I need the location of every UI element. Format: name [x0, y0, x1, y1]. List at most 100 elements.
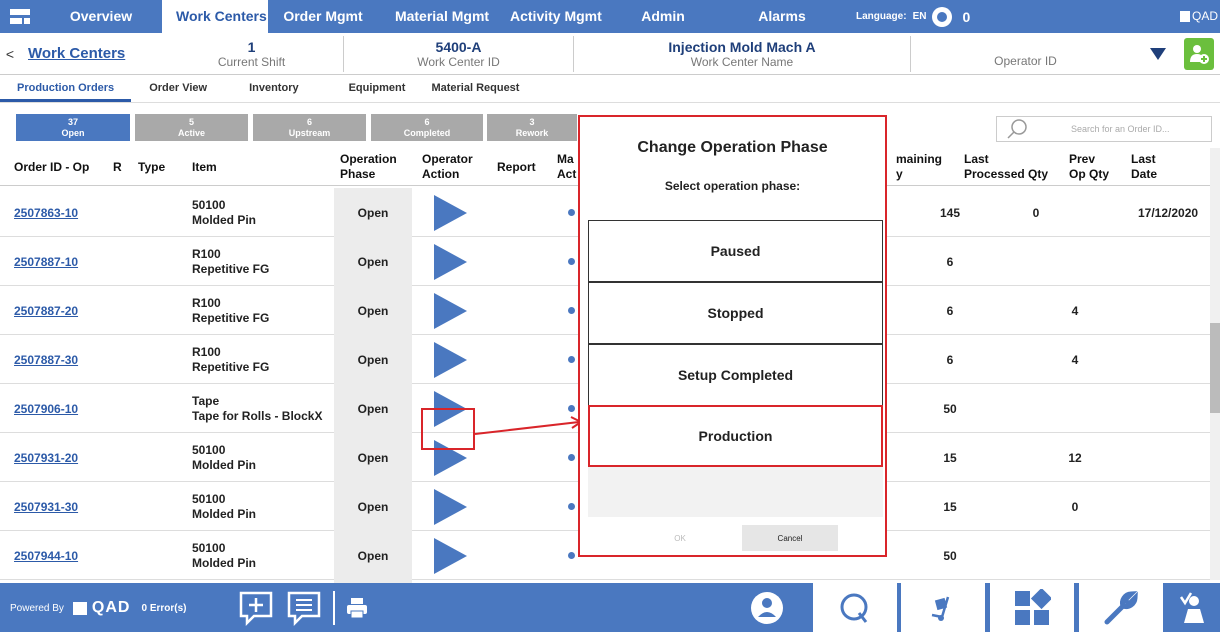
- operation-phase-cell[interactable]: Open: [334, 188, 412, 237]
- order-id-link[interactable]: 2507906-10: [14, 402, 78, 416]
- last-processed-qty: [1016, 433, 1056, 482]
- tab-production-orders[interactable]: Production Orders: [0, 76, 132, 102]
- chip-active[interactable]: 5 Active: [135, 114, 248, 141]
- order-id-link[interactable]: 2507863-10: [14, 206, 78, 220]
- alarm-bell-icon[interactable]: [932, 6, 953, 27]
- item-code: R100: [192, 246, 221, 261]
- search-icon: [1007, 119, 1027, 139]
- col-r[interactable]: R: [113, 148, 122, 186]
- order-id-link[interactable]: 2507931-20: [14, 451, 78, 465]
- material-action-cell[interactable]: [568, 335, 575, 384]
- col-material-action[interactable]: Ma Act: [557, 148, 576, 186]
- operator-dropdown-icon[interactable]: [1150, 47, 1166, 60]
- order-id-link[interactable]: 2507887-30: [14, 353, 78, 367]
- operation-phase-cell[interactable]: Open: [334, 531, 412, 580]
- back-button[interactable]: <: [0, 46, 20, 62]
- phase-option-paused[interactable]: Paused: [588, 220, 883, 282]
- tab-material-request[interactable]: Material Request: [423, 76, 527, 102]
- nav-work-centers[interactable]: Work Centers: [162, 0, 268, 33]
- tab-equipment[interactable]: Equipment: [323, 76, 424, 102]
- status-dot-icon: [568, 405, 575, 412]
- play-action-button[interactable]: [428, 335, 472, 384]
- query-button[interactable]: [813, 583, 897, 632]
- user-profile-button[interactable]: [741, 583, 793, 632]
- nav-material-mgmt[interactable]: Material Mgmt: [378, 0, 506, 33]
- add-operator-button[interactable]: [1184, 37, 1214, 70]
- nav-order-mgmt[interactable]: Order Mgmt: [268, 0, 378, 33]
- col-remaining-qty[interactable]: maining y: [896, 148, 942, 186]
- annotation-arrow: [474, 416, 583, 435]
- operator-signoff-button[interactable]: [1168, 583, 1220, 632]
- chip-completed[interactable]: 6 Completed: [371, 114, 483, 141]
- col-type[interactable]: Type: [138, 148, 165, 186]
- play-action-button[interactable]: [428, 531, 472, 580]
- print-button[interactable]: [344, 583, 370, 632]
- chip-rework[interactable]: 3 Rework: [487, 114, 577, 141]
- col-last-date[interactable]: Last Date: [1131, 148, 1157, 186]
- ok-button[interactable]: OK: [632, 525, 728, 551]
- phase-option-stopped[interactable]: Stopped: [588, 282, 883, 344]
- operation-phase-cell[interactable]: Open: [334, 286, 412, 335]
- dialog-title: Change Operation Phase: [637, 139, 828, 156]
- operation-phase-cell[interactable]: Open: [334, 384, 412, 433]
- dashboard-tiles-icon: [1015, 588, 1051, 625]
- col-operator-action[interactable]: Operator Action: [422, 148, 473, 186]
- home-icon[interactable]: [0, 0, 40, 33]
- table-scrollbar[interactable]: [1210, 148, 1220, 580]
- chip-upstream[interactable]: 6 Upstream: [253, 114, 366, 141]
- nav-admin[interactable]: Admin: [604, 0, 722, 33]
- footer-bar: Powered By QAD 0 Error(s): [0, 583, 1220, 632]
- operation-phase-cell[interactable]: Open: [334, 482, 412, 531]
- nav-alarms[interactable]: Alarms: [722, 0, 842, 33]
- nav-activity-mgmt[interactable]: Activity Mgmt: [506, 0, 604, 33]
- col-item[interactable]: Item: [192, 148, 217, 186]
- language-selector[interactable]: Language: EN: [856, 11, 926, 22]
- cancel-button[interactable]: Cancel: [742, 525, 838, 551]
- material-action-cell[interactable]: [568, 286, 575, 335]
- item-cell: 50100 Molded Pin: [192, 482, 256, 531]
- operation-phase-cell[interactable]: Open: [334, 335, 412, 384]
- inventory-move-button[interactable]: [901, 583, 985, 632]
- hand-truck-icon: [931, 596, 950, 621]
- add-comment-button[interactable]: [236, 583, 276, 632]
- order-id-link[interactable]: 2507887-10: [14, 255, 78, 269]
- play-action-button[interactable]: [428, 237, 472, 286]
- error-count[interactable]: 0 Error(s): [141, 603, 186, 614]
- order-id-link[interactable]: 2507887-20: [14, 304, 78, 318]
- tools-button[interactable]: [1079, 583, 1163, 632]
- powered-by-label: Powered By: [10, 602, 64, 614]
- messages-button[interactable]: [284, 583, 324, 632]
- change-phase-dialog: Change Operation Phase Select operation …: [578, 115, 887, 557]
- col-remaining-qty-line2: y: [896, 167, 903, 181]
- col-operation-phase[interactable]: Operation Phase: [340, 148, 397, 186]
- order-search-box[interactable]: Search for an Order ID...: [996, 116, 1212, 142]
- material-action-cell[interactable]: [568, 237, 575, 286]
- play-action-button[interactable]: [428, 482, 472, 531]
- dashboard-button[interactable]: [990, 583, 1074, 632]
- item-cell: Tape Tape for Rolls - BlockX: [192, 384, 322, 433]
- col-last-processed-qty[interactable]: Last Processed Qty: [964, 148, 1048, 186]
- material-action-cell[interactable]: [568, 482, 575, 531]
- col-prev-op-qty[interactable]: Prev Op Qty: [1069, 148, 1109, 186]
- operation-phase-cell[interactable]: Open: [334, 433, 412, 482]
- material-action-cell[interactable]: [568, 531, 575, 580]
- order-id-link[interactable]: 2507944-10: [14, 549, 78, 563]
- operator-id-field[interactable]: Operator ID: [910, 35, 1140, 72]
- dialog-spacer: [588, 467, 883, 517]
- work-center-header: < Work Centers 1 Current Shift 5400-A Wo…: [0, 33, 1220, 75]
- nav-overview[interactable]: Overview: [40, 0, 162, 33]
- col-report[interactable]: Report: [497, 148, 536, 186]
- order-id-link[interactable]: 2507931-30: [14, 500, 78, 514]
- col-order-id[interactable]: Order ID - Op: [14, 148, 89, 186]
- phase-option-production[interactable]: Production: [588, 405, 883, 467]
- work-centers-link[interactable]: Work Centers: [20, 45, 160, 62]
- play-action-button[interactable]: [428, 286, 472, 335]
- phase-option-setup-completed[interactable]: Setup Completed: [588, 344, 883, 406]
- operation-phase-cell[interactable]: Open: [334, 237, 412, 286]
- material-action-cell[interactable]: [568, 188, 575, 237]
- scrollbar-thumb[interactable]: [1210, 323, 1220, 413]
- tab-inventory[interactable]: Inventory: [225, 76, 323, 102]
- tab-order-view[interactable]: Order View: [131, 76, 225, 102]
- play-action-button[interactable]: [428, 188, 472, 237]
- chip-open[interactable]: 37 Open: [16, 114, 130, 141]
